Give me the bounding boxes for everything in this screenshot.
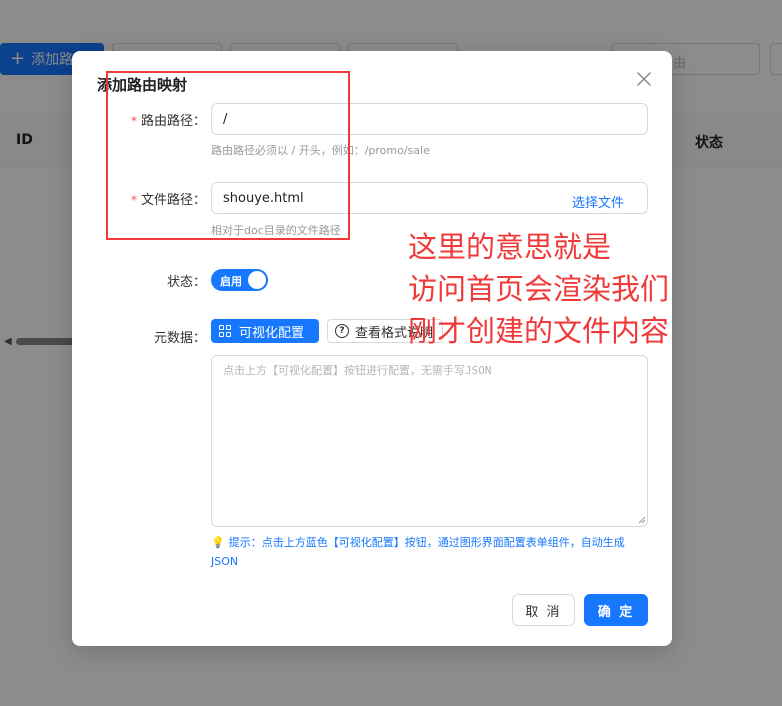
metadata-label: 元数据： xyxy=(153,331,206,346)
annotation-line: 访问首页会渲染我们 xyxy=(408,272,670,306)
question-circle-icon: ? xyxy=(335,324,349,338)
close-icon[interactable] xyxy=(634,69,654,89)
cancel-button[interactable]: 取 消 xyxy=(512,594,575,626)
ok-button[interactable]: 确 定 xyxy=(584,594,648,626)
metadata-json-textarea[interactable] xyxy=(211,355,648,527)
annotation-line: 这里的意思就是 xyxy=(408,230,612,264)
status-label: 状态： xyxy=(166,275,206,290)
status-toggle-label: 启用 xyxy=(220,275,242,288)
status-toggle[interactable]: 启用 xyxy=(211,269,268,291)
grid-icon xyxy=(219,324,232,338)
annotation-highlight-box xyxy=(106,71,350,240)
metadata-tip-text: 提示：点击上方蓝色【可视化配置】按钮，通过图形界面配置表单组件，自动生成JSON xyxy=(211,536,625,568)
resize-grip-icon[interactable] xyxy=(637,515,646,524)
annotation-text: 这里的意思就是 访问首页会渲染我们 刚才创建的文件内容 xyxy=(408,226,718,352)
visual-config-button-label: 可视化配置 xyxy=(239,325,305,341)
choose-file-button[interactable]: 选择文件 xyxy=(572,192,624,211)
lightbulb-icon: 💡 xyxy=(211,536,225,549)
annotation-line: 刚才创建的文件内容 xyxy=(408,314,670,348)
toggle-knob xyxy=(248,271,266,289)
metadata-tip: 💡 提示：点击上方蓝色【可视化配置】按钮，通过图形界面配置表单组件，自动生成JSO… xyxy=(211,533,648,571)
visual-config-button[interactable]: 可视化配置 xyxy=(211,319,319,343)
